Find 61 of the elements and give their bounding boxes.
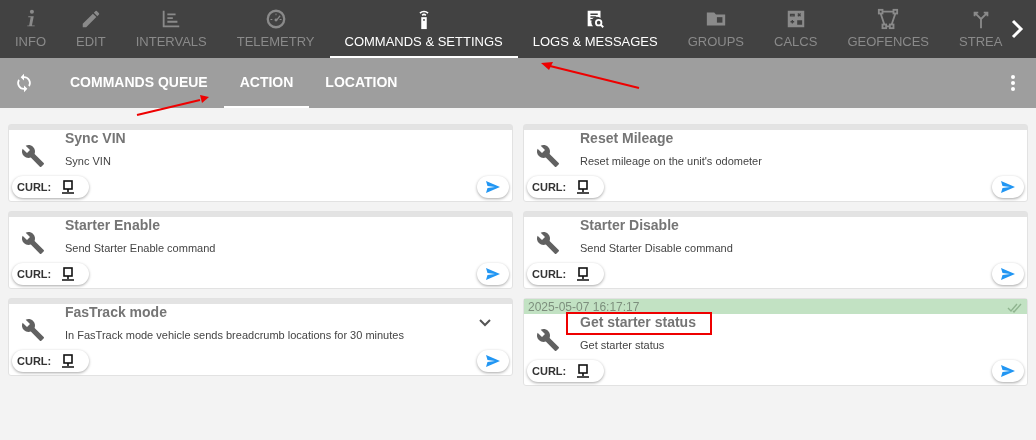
monitor-icon (61, 179, 76, 195)
refresh-icon[interactable] (14, 73, 34, 93)
wrench-icon (21, 318, 45, 342)
wrench-icon (21, 144, 45, 168)
nav-tab[interactable]: GEOFENCES (832, 0, 945, 58)
sub-tab[interactable]: COMMANDS QUEUE (54, 58, 224, 108)
nav-tab[interactable]: CALCS (759, 0, 833, 58)
nav-tab[interactable]: LOGS & MESSAGES (517, 0, 673, 58)
command-description: Send Starter Disable command (580, 242, 734, 254)
command-title: Reset Mileage (580, 130, 675, 148)
more-vertical-icon[interactable] (1010, 74, 1016, 92)
curl-button[interactable]: CURL: (527, 176, 605, 198)
chevron-down-icon[interactable] (478, 318, 492, 328)
sub-tab[interactable]: ACTION (223, 58, 310, 108)
send-button[interactable] (992, 263, 1024, 285)
send-button[interactable] (992, 176, 1024, 198)
command-title: Get starter status (568, 314, 710, 333)
wrench-icon (536, 328, 560, 352)
chevron-right-icon[interactable] (1009, 18, 1026, 40)
monitor-icon (576, 363, 591, 379)
wrench-icon (21, 231, 45, 255)
gauge-icon (264, 8, 287, 30)
send-button[interactable] (477, 176, 509, 198)
wrench-icon (536, 144, 560, 168)
wrench-icon (536, 231, 560, 255)
curl-button[interactable]: CURL: (12, 350, 90, 372)
send-button[interactable] (477, 263, 509, 285)
sub-tab[interactable]: LOCATION (309, 58, 414, 108)
command-description: In FasTrack mode vehicle sends breadcrumb locations for 30 minutes (65, 329, 405, 341)
send-button[interactable] (992, 360, 1024, 382)
timestamp: 2025-05-07 16:17:17 (528, 302, 640, 313)
nav-tab[interactable]: STREA (944, 0, 1018, 58)
command-title: Sync VIN (65, 130, 127, 148)
command-description: Sync VIN (65, 155, 112, 167)
monitor-icon (576, 179, 591, 195)
command-title: FasTrack mode (65, 304, 168, 322)
curl-button[interactable]: CURL: (527, 360, 605, 382)
command-description: Reset mileage on the unit's odometer (580, 155, 763, 167)
curl-button[interactable]: CURL: (12, 176, 90, 198)
command-description: Send Starter Enable command (65, 242, 217, 254)
nav-tab[interactable]: INTERVALS (120, 0, 222, 58)
send-icon (485, 180, 501, 194)
nav-tab[interactable]: INFO (0, 0, 62, 58)
send-icon (485, 354, 501, 368)
nav-tab[interactable]: TELEMETRY (221, 0, 330, 58)
send-icon (1000, 267, 1016, 281)
send-icon (1000, 180, 1016, 194)
send-button[interactable] (477, 350, 509, 372)
monitor-icon (61, 266, 76, 282)
nav-tab[interactable]: EDIT (61, 0, 121, 58)
curl-button[interactable]: CURL: (12, 263, 90, 285)
polygon-nodes-icon (877, 8, 900, 30)
curl-button[interactable]: CURL: (527, 263, 605, 285)
nav-tab[interactable]: GROUPS (672, 0, 760, 58)
command-title: Starter Enable (65, 217, 161, 235)
command-title: Starter Disable (580, 217, 680, 235)
command-description: Get starter status (580, 339, 666, 351)
monitor-icon (576, 266, 591, 282)
monitor-icon (61, 353, 76, 369)
send-icon (485, 267, 501, 281)
send-icon (1000, 364, 1016, 378)
